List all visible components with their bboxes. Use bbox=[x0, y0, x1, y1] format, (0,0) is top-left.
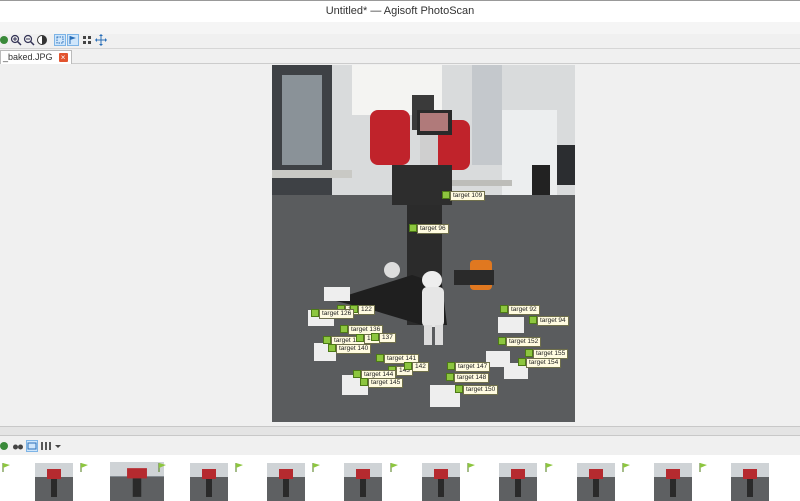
marker-flag-icon bbox=[312, 463, 321, 472]
marker-label[interactable]: target 150 bbox=[463, 385, 499, 395]
tab-photo[interactable]: _baked.JPG × bbox=[0, 50, 72, 64]
marker-label[interactable]: target 109 bbox=[450, 191, 486, 201]
marker-label[interactable]: 122 bbox=[358, 305, 375, 315]
pane-splitter[interactable] bbox=[0, 426, 800, 436]
marker-label[interactable]: target 140 bbox=[336, 344, 372, 354]
marker-flag-icon[interactable] bbox=[323, 336, 331, 344]
photo-thumbnail[interactable] bbox=[654, 463, 692, 501]
marker-flag-icon[interactable] bbox=[311, 309, 319, 317]
marker-flag-icon[interactable] bbox=[525, 349, 533, 357]
marker-flag-icon[interactable] bbox=[404, 362, 412, 370]
photo-thumbnail[interactable] bbox=[577, 463, 615, 501]
marker-flag-icon bbox=[545, 463, 554, 472]
photo-thumbnail[interactable] bbox=[267, 463, 305, 501]
marker-flag-icon bbox=[699, 463, 708, 472]
marker-label[interactable]: target 148 bbox=[454, 373, 490, 383]
marker-label[interactable]: target 154 bbox=[526, 358, 562, 368]
marker-label[interactable]: 137 bbox=[379, 333, 396, 343]
marker-flag-icon[interactable] bbox=[340, 325, 348, 333]
marker-flag-icon bbox=[467, 463, 476, 472]
photo-thumbnail[interactable] bbox=[110, 462, 164, 501]
title-bar: Untitled* — Agisoft PhotoScan bbox=[0, 0, 800, 22]
marker-label[interactable]: target 94 bbox=[537, 316, 569, 326]
marker-label[interactable]: target 96 bbox=[417, 224, 449, 234]
chevron-down-icon[interactable] bbox=[52, 440, 64, 452]
marker-flag-icon bbox=[390, 463, 399, 472]
marker-flag-icon bbox=[80, 463, 89, 472]
window-title: Untitled* — Agisoft PhotoScan bbox=[325, 5, 475, 17]
marker-flag-icon[interactable] bbox=[446, 373, 454, 381]
marker-flag-icon[interactable] bbox=[442, 191, 450, 199]
contrast-icon[interactable] bbox=[36, 34, 48, 46]
photo-thumbnail[interactable] bbox=[731, 463, 769, 501]
grid-icon[interactable] bbox=[81, 34, 93, 46]
close-icon[interactable]: × bbox=[58, 53, 68, 62]
marker-flag-icon bbox=[158, 463, 167, 472]
photos-strip bbox=[0, 455, 800, 501]
columns-icon[interactable] bbox=[40, 440, 52, 452]
photo-view-icon[interactable] bbox=[26, 440, 38, 452]
marker-flag-icon[interactable] bbox=[455, 385, 463, 393]
marker-flag-icon[interactable] bbox=[353, 370, 361, 378]
marker-flag-icon bbox=[622, 463, 631, 472]
document-tab-bar: _baked.JPG × bbox=[0, 49, 800, 64]
marker-flag-icon[interactable] bbox=[500, 305, 508, 313]
marker-flag-icon bbox=[235, 463, 244, 472]
marker-flag-icon[interactable] bbox=[518, 358, 526, 366]
binoculars-icon[interactable] bbox=[12, 440, 24, 452]
marker-flag-icon[interactable] bbox=[529, 316, 537, 324]
marker-flag-icon[interactable] bbox=[498, 337, 506, 345]
marker-flag-icon[interactable] bbox=[356, 334, 364, 342]
marker-flag-icon[interactable] bbox=[376, 354, 384, 362]
marker-flag-icon[interactable] bbox=[328, 344, 336, 352]
selection-icon[interactable] bbox=[54, 34, 66, 46]
marker-flag-icon[interactable] bbox=[447, 362, 455, 370]
marker-label[interactable]: target 152 bbox=[506, 337, 542, 347]
marker-label[interactable]: target 126 bbox=[319, 309, 355, 319]
marker-label[interactable]: target 145 bbox=[368, 378, 404, 388]
marker-label[interactable]: target 147 bbox=[455, 362, 491, 372]
photo-thumbnail[interactable] bbox=[344, 463, 382, 501]
navigation-icon[interactable] bbox=[0, 34, 10, 46]
move-icon[interactable] bbox=[95, 34, 107, 46]
photo-thumbnail[interactable] bbox=[422, 463, 460, 501]
marker-flag-icon[interactable] bbox=[360, 378, 368, 386]
marker-flag-icon bbox=[2, 463, 11, 472]
marker-label[interactable]: target 92 bbox=[508, 305, 540, 315]
navigation-icon[interactable] bbox=[0, 440, 10, 452]
photos-toolbar bbox=[0, 437, 800, 455]
zoom-out-icon[interactable] bbox=[23, 34, 35, 46]
tab-label: _baked.JPG bbox=[3, 52, 53, 62]
menu-bar bbox=[0, 22, 800, 34]
toolbar bbox=[0, 34, 800, 49]
photo-thumbnail[interactable] bbox=[499, 463, 537, 501]
flag-icon[interactable] bbox=[67, 34, 79, 46]
marker-flag-icon[interactable] bbox=[409, 224, 417, 232]
zoom-in-icon[interactable] bbox=[10, 34, 22, 46]
photo-thumbnail[interactable] bbox=[35, 463, 73, 501]
marker-label[interactable]: 142 bbox=[412, 362, 429, 372]
marker-flag-icon[interactable] bbox=[371, 333, 379, 341]
photo-thumbnail[interactable] bbox=[190, 463, 228, 501]
